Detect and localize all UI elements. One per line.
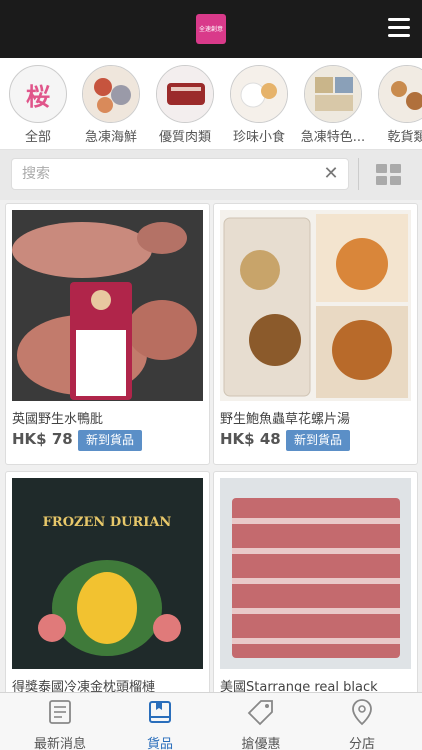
tab-label: 搶優惠 — [241, 737, 281, 750]
snack-thumb — [230, 65, 288, 123]
category-all-thumb: 桜 — [9, 65, 67, 123]
app-logo[interactable]: 全速創意 — [196, 14, 226, 44]
divider — [358, 158, 359, 190]
category-meat[interactable]: 優質肉類 — [150, 65, 220, 145]
app-root: 全速創意 桜 全部 急凍海鮮 優質肉類 珍味小食 急凍特色... 乾貨 搜索 ✕… — [0, 0, 422, 750]
meat-image — [157, 66, 213, 122]
product-title: 得獎泰國冷凍金枕頭榴槤 — [12, 680, 156, 692]
location-pin-icon — [352, 699, 372, 726]
category-label: 急凍海鮮 — [84, 130, 137, 145]
beef-slices-image — [220, 478, 411, 669]
clear-icon[interactable]: ✕ — [322, 165, 340, 183]
snack-image — [231, 66, 287, 122]
category-label: 乾貨類 — [387, 130, 422, 145]
newspaper-icon — [49, 700, 71, 724]
product-grid: 英國野生水鴨肶 HK$ 78 新到貨品 野生鮑魚蟲草花螺片湯 HK$ 48 新到… — [0, 200, 422, 692]
frozen-thumb — [304, 65, 362, 123]
product-title: 英國野生水鴨肶 — [12, 412, 104, 427]
tab-deals[interactable]: 搶優惠 — [211, 693, 311, 750]
category-label: 全部 — [24, 130, 51, 145]
durian-image: FROZEN DURIAN — [12, 478, 203, 669]
product-image — [220, 478, 411, 669]
tab-label: 最新消息 — [33, 737, 86, 750]
tab-news[interactable]: 最新消息 — [10, 693, 110, 750]
product-image — [220, 210, 411, 401]
category-label: 優質肉類 — [158, 130, 211, 145]
new-arrival-badge: 新到貨品 — [286, 430, 351, 451]
category-dried-goods[interactable]: 乾貨類 — [372, 65, 422, 145]
product-card[interactable]: FROZEN DURIAN 得獎泰國冷凍金枕頭榴槤 — [5, 471, 210, 692]
product-card[interactable]: 英國野生水鴨肶 HK$ 78 新到貨品 — [5, 203, 210, 465]
abalone-soup-image — [220, 210, 411, 401]
category-frozen-seafood[interactable]: 急凍海鮮 — [76, 65, 146, 145]
product-image: FROZEN DURIAN — [12, 478, 203, 669]
product-title: 美國Starrange real black — [220, 680, 378, 692]
seafood-thumb — [82, 65, 140, 123]
category-all[interactable]: 桜 全部 — [3, 65, 73, 145]
product-card[interactable]: 美國Starrange real black — [213, 471, 418, 692]
product-image — [12, 210, 203, 401]
category-label: 珍味小食 — [232, 130, 285, 145]
tab-label: 分店 — [348, 737, 375, 750]
grid-view-icon[interactable] — [376, 164, 402, 186]
search-input[interactable] — [22, 159, 312, 189]
product-price: HK$ 78 — [12, 430, 73, 448]
product-price: HK$ 48 — [220, 430, 281, 448]
dried-image — [379, 66, 422, 122]
hamburger-menu-icon[interactable] — [388, 18, 410, 38]
frozen-image — [305, 66, 361, 122]
svg-text:FROZEN DURIAN: FROZEN DURIAN — [43, 515, 172, 530]
tag-icon — [247, 700, 273, 726]
category-frozen-specialty[interactable]: 急凍特色... — [298, 65, 368, 145]
tab-products[interactable]: 貨品 — [110, 693, 210, 750]
tab-branches[interactable]: 分店 — [312, 693, 412, 750]
meat-thumb — [156, 65, 214, 123]
category-strip: 桜 全部 急凍海鮮 優質肉類 珍味小食 急凍特色... 乾貨 — [0, 58, 422, 150]
top-bar: 全速創意 — [0, 0, 422, 58]
sakura-logo-icon: 桜 — [26, 82, 50, 111]
tab-label: 貨品 — [146, 737, 173, 750]
search-bar: ✕ — [0, 150, 422, 200]
logo-text: 全速創意 — [198, 25, 223, 33]
dried-thumb — [378, 65, 422, 123]
seafood-image — [83, 66, 139, 122]
book-icon — [149, 701, 171, 723]
duck-leg-image — [12, 210, 203, 401]
category-label: 急凍特色... — [300, 130, 366, 145]
product-card[interactable]: 野生鮑魚蟲草花螺片湯 HK$ 48 新到貨品 — [213, 203, 418, 465]
new-arrival-badge: 新到貨品 — [78, 430, 143, 451]
search-box: ✕ — [11, 158, 349, 190]
category-snacks[interactable]: 珍味小食 — [224, 65, 294, 145]
product-title: 野生鮑魚蟲草花螺片湯 — [220, 412, 351, 427]
bottom-nav: 最新消息 貨品 搶優惠 分店 — [0, 692, 422, 750]
